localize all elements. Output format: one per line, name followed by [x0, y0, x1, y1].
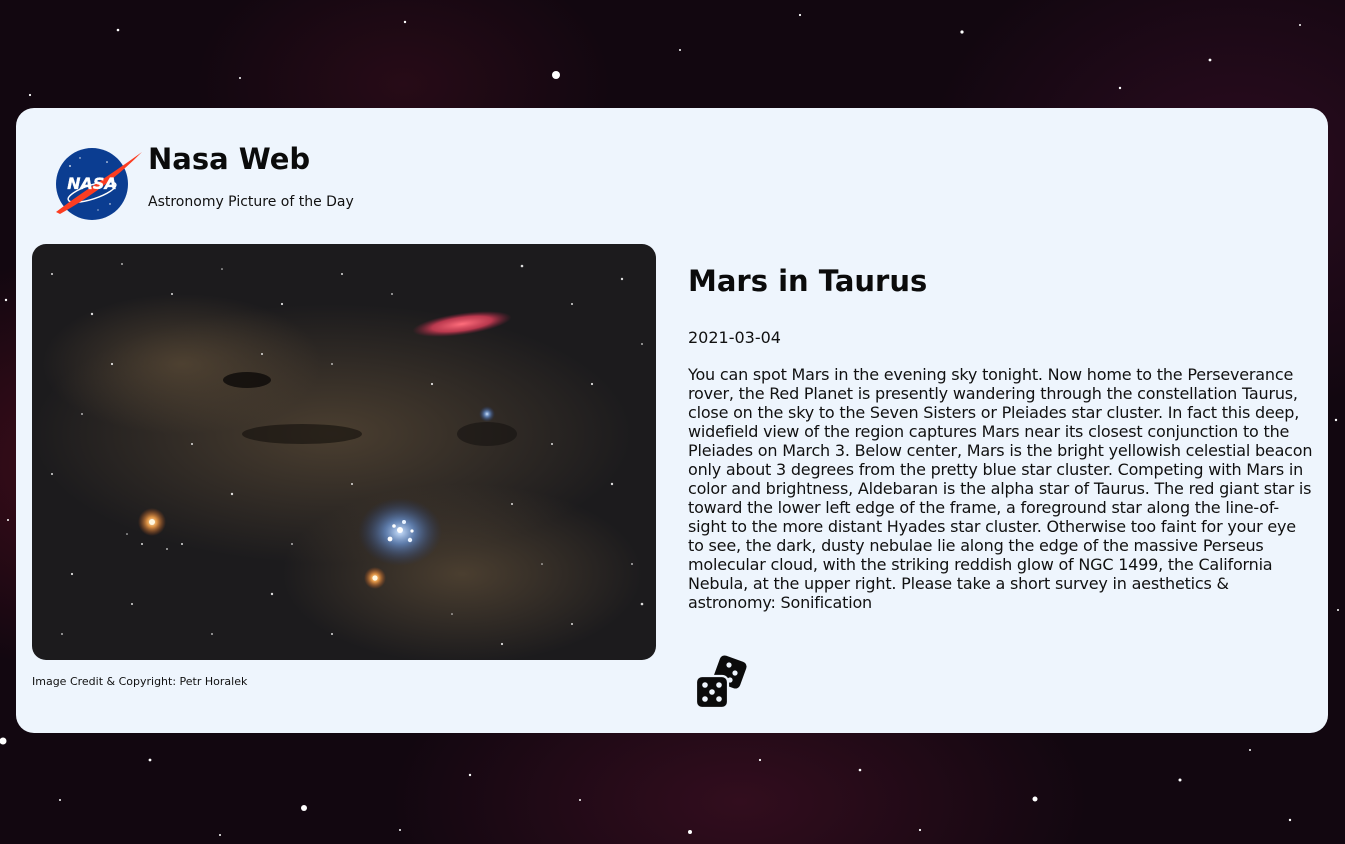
app-title: Nasa Web — [148, 142, 311, 176]
apod-image — [32, 244, 656, 660]
svg-text:NASA: NASA — [67, 174, 117, 193]
nasa-logo: NASA — [56, 148, 142, 220]
apod-explanation: You can spot Mars in the evening sky ton… — [688, 365, 1313, 612]
apod-date: 2021-03-04 — [688, 328, 781, 347]
app-subtitle: Astronomy Picture of the Day — [148, 194, 354, 210]
dice-icon[interactable] — [694, 654, 754, 712]
apod-title: Mars in Taurus — [688, 264, 928, 298]
apod-card: NASA Nasa Web Astronomy Picture of the D… — [16, 108, 1328, 733]
image-credit: Image Credit & Copyright: Petr Horalek — [32, 675, 248, 688]
